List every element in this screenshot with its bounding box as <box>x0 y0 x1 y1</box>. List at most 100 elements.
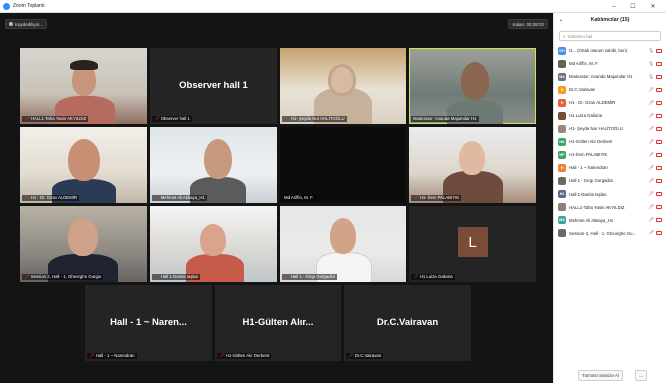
chevron-down-icon[interactable]: ⌄ <box>559 17 563 23</box>
avatar <box>558 203 566 212</box>
mic-off-icon: 🎤︎ <box>284 116 290 121</box>
video-tile[interactable]: H1-Gülten Alır... 🎤︎ H1-Gülten Alır Derbe… <box>215 285 341 361</box>
panel-header: ⌄ Katılımcılar (15) <box>554 13 666 27</box>
participant-name: Dr.C.Vairavan <box>569 87 596 93</box>
camera-off-icon <box>656 100 662 105</box>
participant-row[interactable]: Session-2, Hall - 1, Gheorghe Gu... 🎤︎ <box>554 227 666 240</box>
video-tile[interactable]: 🎤︎ Hall 1-Damla taşlan <box>150 206 277 282</box>
participant-name: Hall 1 - Gırgı Gorgadze <box>569 178 614 184</box>
participant-status-icons: 🎤︎ <box>648 165 662 171</box>
avatar: MA <box>558 216 566 225</box>
maximize-button[interactable]: ☐ <box>624 0 642 13</box>
mic-off-icon: 🎤︎ <box>219 353 225 358</box>
participant-row[interactable]: H1- Şeyda Nur HALİTOĞLU 🎤︎ <box>554 122 666 135</box>
tile-display-name: Dr.C.Vairavan <box>376 316 439 328</box>
video-tile[interactable]: 🎤︎ Mehmet Ali Akkaya_H1 <box>150 127 277 203</box>
mute-all-button[interactable]: Tümünü Sessize Al <box>578 369 623 381</box>
avatar: D <box>558 85 566 94</box>
participant-row[interactable]: Md Ariffin, M. F. 🎙︎ <box>554 57 666 70</box>
video-tile[interactable]: 🎤︎ Session 2, Hall - 1, Gheorghe Gurgiu <box>20 206 147 282</box>
avatar <box>558 124 566 133</box>
video-tile[interactable]: 🎤︎ Hall 1 - Gırgı Gorgadze <box>280 206 406 282</box>
participant-status-icons: 🎤︎ <box>648 139 662 145</box>
mic-icon: 🎙︎ <box>648 47 654 53</box>
video-tile[interactable]: 🎤︎ H1- Şeyda Nur HALİTOĞLU <box>280 48 406 124</box>
window-title: Zoom Toplantı <box>13 3 45 9</box>
search-placeholder: Katılımcı bul <box>567 33 593 39</box>
participant-status-icons: 🎙︎ <box>648 61 662 67</box>
video-tile[interactable]: 🎤︎ H1 - Dr. Ozan ALDEMİR <box>20 127 147 203</box>
minimize-button[interactable]: – <box>605 0 623 13</box>
avatar <box>558 59 566 68</box>
mic-off-icon: 🎤︎ <box>648 230 654 236</box>
avatar: L <box>457 227 488 257</box>
close-button[interactable]: ✕ <box>644 0 662 13</box>
participant-status-icons: 🎤︎ <box>648 87 662 93</box>
participant-name: H1 - Dr. Ozan ALDEMİR <box>569 100 616 106</box>
camera-off-icon <box>656 231 662 236</box>
recording-indicator[interactable]: Kaydediliyor... <box>5 19 48 29</box>
participant-row[interactable]: H1 Luiza Galioria 🎤︎ <box>554 109 666 122</box>
avatar <box>558 229 566 238</box>
participant-name: Session-2, Hall - 1, Gheorghe Gu... <box>569 230 637 236</box>
recording-label: Kaydediliyor... <box>15 21 44 27</box>
zoom-window: Zoom Toplantı – ☐ ✕ Kaydediliyor... Kala… <box>0 0 666 383</box>
video-tile[interactable]: L 🎤︎ H1 Luiza Galioria <box>409 206 536 282</box>
camera-off-icon <box>656 61 662 66</box>
mic-off-icon: 🎤︎ <box>24 195 30 200</box>
video-tile[interactable]: 🎤︎ HALL1-Taha Yasin AKYILDIZ <box>20 48 147 124</box>
more-button[interactable]: ... <box>635 369 647 381</box>
participant-row[interactable]: MA Mehmet Ali Akkaya_H1 🎤︎ <box>554 214 666 227</box>
video-tile[interactable]: Hall - 1 ~ Naren... 🎤︎ Hall - 1 ~ Narendr… <box>85 285 212 361</box>
participant-row[interactable]: MA Moderator: Ananda Majumdar H1 🎙︎ <box>554 70 666 83</box>
mic-icon: 🎙︎ <box>648 60 654 66</box>
mic-off-icon: 🎤︎ <box>648 138 654 144</box>
camera-off-icon <box>656 165 662 170</box>
participant-name: H1-İrem PALABIYIK <box>569 152 608 158</box>
participant-name: H1 Luiza Galioria <box>569 113 602 119</box>
tile-name-label: 🎤︎ Hall 1 - Gırgı Gorgadze <box>282 274 338 280</box>
tile-name-label: 🎤︎ H1-Gülten Alır Derbent <box>217 353 272 359</box>
participant-row[interactable]: HALL1-Taha Yasin AKYILDIZ 🎤︎ <box>554 201 666 214</box>
participant-status-icons: 🎤︎ <box>648 100 662 106</box>
avatar: HP <box>558 150 566 159</box>
meeting-timer: Kalan: 00:28:02 <box>508 19 548 29</box>
video-tile-active-speaker[interactable]: Moderator: Ananda Majumdar H1 <box>409 48 536 124</box>
tile-name-label: 🎤︎ H1- İrem PALABIYIK <box>411 195 462 201</box>
participant-status-icons: 🎙︎ <box>648 74 662 80</box>
participant-status-icons: 🎙︎ <box>648 48 662 54</box>
participant-row[interactable]: HA H1-Gülten Alır Derbent 🎤︎ <box>554 135 666 148</box>
camera-off-icon <box>656 87 662 92</box>
participant-row[interactable]: Hall 1 - Gırgı Gorgadze 🎤︎ <box>554 174 666 187</box>
participant-row[interactable]: H1 Hall 1-Damla taşlan 🎤︎ <box>554 188 666 201</box>
video-tile[interactable]: Observer hall 1 🎤︎ Observer hall 1 <box>150 48 277 124</box>
panel-footer: Tümünü Sessize Al ... <box>554 367 666 383</box>
camera-off-icon <box>656 113 662 118</box>
search-icon: ⌕ <box>563 33 566 39</box>
participant-row[interactable]: D Dr.C.Vairavan 🎤︎ <box>554 83 666 96</box>
participant-name: Hall 1-Damla taşlan <box>569 191 607 197</box>
avatar: OH <box>558 46 566 55</box>
tile-display-name: Hall - 1 ~ Naren... <box>110 316 187 328</box>
camera-off-icon <box>656 178 662 183</box>
participant-row[interactable]: H H1 - Dr. Ozan ALDEMİR 🎤︎ <box>554 96 666 109</box>
participant-row[interactable]: H Hall - 1 ~ Narendran 🎤︎ <box>554 161 666 174</box>
participant-name: Mehmet Ali Akkaya_H1 <box>569 217 614 223</box>
participant-status-icons: 🎤︎ <box>648 178 662 184</box>
tile-display-name: H1-Gülten Alır... <box>242 316 314 328</box>
tile-name-label: 🎤︎ Hall 1-Damla taşlan <box>152 274 201 280</box>
tile-name-label: 🎤︎ H1 Luiza Galioria <box>411 274 455 280</box>
participant-row[interactable]: HP H1-İrem PALABIYIK 🎤︎ <box>554 148 666 161</box>
participant-row[interactable]: OH O... (Ortak oturum sahibi, ben) 🎙︎ <box>554 44 666 57</box>
participant-search-input[interactable]: ⌕ Katılımcı bul <box>559 31 661 41</box>
video-tile[interactable]: 🎤︎ H1- İrem PALABIYIK <box>409 127 536 203</box>
tile-name-label: Moderator: Ananda Majumdar H1 <box>411 116 479 122</box>
mic-off-icon: 🎤︎ <box>89 353 95 358</box>
mic-off-icon: 🎤︎ <box>24 116 30 121</box>
video-tile[interactable]: Dr.C.Vairavan 🎤︎ Dr.C.Vairavan <box>344 285 471 361</box>
mic-off-icon: 🎤︎ <box>284 274 290 279</box>
participant-name: Moderator: Ananda Majumdar H1 <box>569 74 633 80</box>
video-gallery: Kaydediliyor... Kalan: 00:28:02 🎤︎ HALL1-… <box>0 13 553 383</box>
tile-name-label: 🎤︎ Observer hall 1 <box>152 116 192 122</box>
video-tile[interactable]: Md Ariffin, M. F. <box>280 127 406 203</box>
